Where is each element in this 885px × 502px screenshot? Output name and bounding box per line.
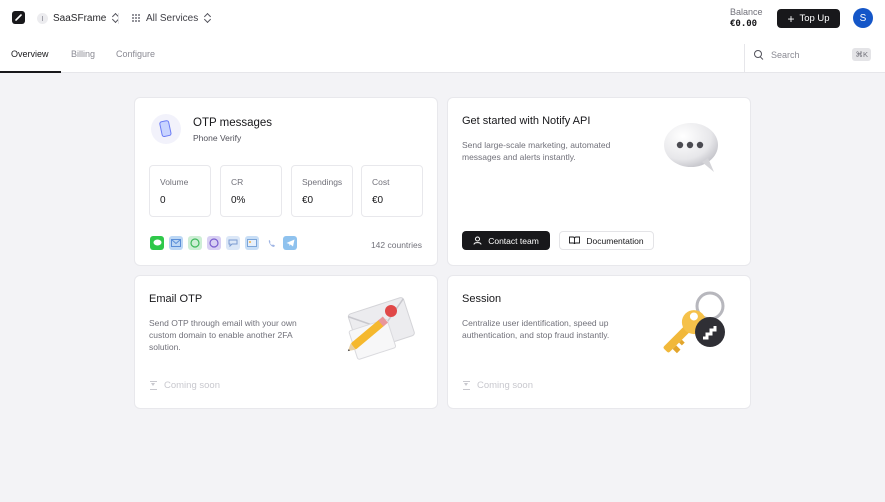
card-description: Send OTP through email with your own cus… xyxy=(149,318,297,352)
email-icon xyxy=(169,236,183,250)
tab-configure[interactable]: Configure xyxy=(116,49,155,59)
stat-volume: Volume 0 xyxy=(149,165,211,217)
tab-billing[interactable]: Billing xyxy=(71,49,95,59)
session-card: Session Centralize user identification, … xyxy=(447,275,751,409)
grid-icon xyxy=(132,14,140,22)
active-tab-indicator xyxy=(0,71,61,73)
card-description: Centralize user identification, speed up… xyxy=(462,318,610,340)
stat-value: 0% xyxy=(231,195,246,206)
top-up-button[interactable]: + Top Up xyxy=(777,9,840,28)
telegram-icon xyxy=(283,236,297,250)
card-title: OTP messages xyxy=(193,117,273,129)
balance-value: €0.00 xyxy=(730,19,758,29)
balance: Balance €0.00 xyxy=(730,7,766,29)
book-icon xyxy=(569,236,581,245)
balance-label: Balance xyxy=(730,7,763,17)
stat-value: €0 xyxy=(372,195,384,206)
gallery-icon xyxy=(245,236,259,250)
chevron-updown-icon xyxy=(204,13,210,23)
channel-icons xyxy=(150,236,297,250)
top-up-label: Top Up xyxy=(799,13,830,24)
stat-label: Spendings xyxy=(302,177,343,187)
avatar[interactable]: S xyxy=(853,8,873,28)
workspace-icon xyxy=(37,12,48,24)
notify-api-card: Get started with Notify API Send large-s… xyxy=(447,97,751,266)
email-otp-card: Email OTP Send OTP through email with yo… xyxy=(134,275,438,409)
card-subtitle: Phone Verify xyxy=(193,133,242,143)
documentation-button[interactable]: Documentation xyxy=(559,231,654,250)
envelope-pencil-illustration xyxy=(347,297,415,360)
card-description: Send large-scale marketing, automated me… xyxy=(462,140,611,162)
top-bar: SaaSFrame All Services Balance €0.00 + T… xyxy=(0,0,885,73)
stat-value: 0 xyxy=(160,195,166,206)
divider xyxy=(744,44,745,73)
stat-cr: CR 0% xyxy=(220,165,282,217)
card-title: Get started with Notify API xyxy=(462,115,591,127)
documentation-label: Documentation xyxy=(586,235,644,246)
search-input[interactable]: Search ⌘K xyxy=(754,47,873,63)
divider xyxy=(118,13,119,24)
otp-messages-card[interactable]: OTP messages Phone Verify Volume 0 CR 0%… xyxy=(134,97,438,266)
card-title: Email OTP xyxy=(149,293,203,305)
tab-overview[interactable]: Overview xyxy=(11,49,49,59)
contact-team-button[interactable]: Contact team xyxy=(462,231,550,250)
stat-spendings: Spendings €0 xyxy=(291,165,353,217)
coming-soon-status: Coming soon xyxy=(150,380,220,391)
phone-icon xyxy=(151,114,181,144)
hourglass-icon xyxy=(463,381,470,390)
countries-count: 142 countries xyxy=(370,240,422,250)
stat-value: €0 xyxy=(302,195,314,206)
workspace-switcher[interactable]: SaaSFrame xyxy=(37,11,118,25)
imessage-icon xyxy=(150,236,164,250)
stat-label: Volume xyxy=(160,177,189,187)
hourglass-icon xyxy=(150,381,157,390)
coming-soon-status: Coming soon xyxy=(463,380,533,391)
services-switcher[interactable]: All Services xyxy=(132,11,210,25)
sms-icon xyxy=(226,236,240,250)
key-illustration xyxy=(663,291,725,354)
stat-label: Cost xyxy=(372,177,390,187)
app-logo[interactable] xyxy=(12,11,25,24)
viber-icon xyxy=(207,236,221,250)
search-icon xyxy=(754,50,764,60)
contact-team-label: Contact team xyxy=(488,235,539,246)
search-shortcut: ⌘K xyxy=(852,48,871,61)
stat-label: CR xyxy=(231,177,244,187)
services-label: All Services xyxy=(146,12,199,24)
phone-icon xyxy=(264,236,278,250)
status-label: Coming soon xyxy=(477,380,533,391)
card-title: Session xyxy=(462,293,502,305)
stat-cost: Cost €0 xyxy=(361,165,423,217)
whatsapp-icon xyxy=(188,236,202,250)
search-placeholder: Search xyxy=(771,50,800,60)
workspace-name: SaaSFrame xyxy=(53,12,107,24)
user-icon xyxy=(473,236,482,245)
plus-icon: + xyxy=(787,11,795,26)
status-label: Coming soon xyxy=(164,380,220,391)
chat-bubble-illustration xyxy=(664,123,718,172)
